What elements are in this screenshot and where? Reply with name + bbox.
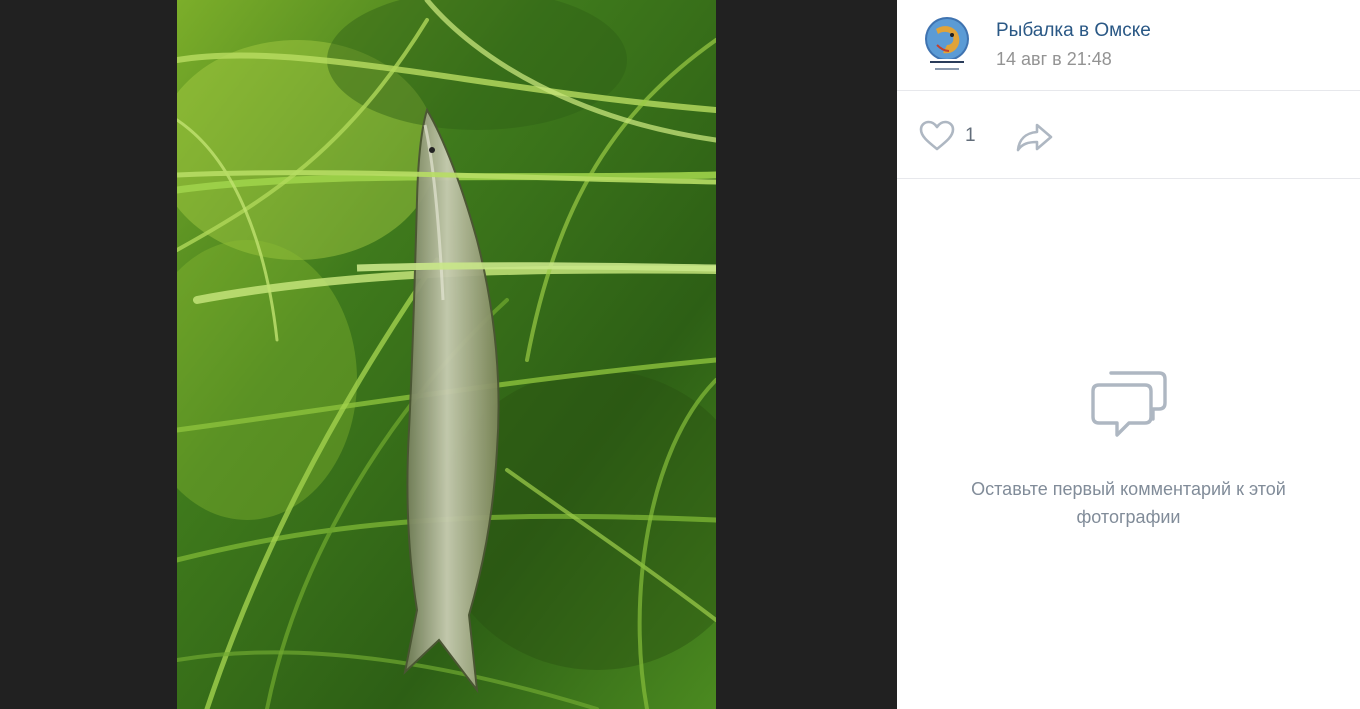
photo[interactable] bbox=[177, 0, 716, 709]
post-date[interactable]: 14 авг в 21:48 bbox=[996, 49, 1112, 70]
post-header: Рыбалка в Омске 14 авг в 21:48 bbox=[897, 0, 1360, 91]
like-count: 1 bbox=[965, 125, 976, 146]
chat-bubbles-icon bbox=[1091, 371, 1167, 437]
empty-comments-message: Оставьте первый комментарий к этой фотог… bbox=[971, 479, 1286, 527]
heart-icon bbox=[919, 120, 955, 151]
fish-in-grass-image bbox=[177, 0, 716, 709]
photo-side-panel: Рыбалка в Омске 14 авг в 21:48 1 Оставьт… bbox=[897, 0, 1360, 709]
like-button[interactable]: 1 bbox=[919, 119, 976, 153]
actions-bar: 1 bbox=[897, 91, 1360, 179]
share-button[interactable] bbox=[1015, 120, 1055, 154]
comments-section: Оставьте первый комментарий к этой фотог… bbox=[897, 179, 1360, 709]
photo-viewer bbox=[0, 0, 897, 709]
community-avatar[interactable] bbox=[923, 15, 971, 75]
author-link[interactable]: Рыбалка в Омске bbox=[996, 20, 1151, 42]
fish-logo-icon bbox=[925, 17, 969, 70]
share-arrow-icon bbox=[1016, 123, 1053, 152]
